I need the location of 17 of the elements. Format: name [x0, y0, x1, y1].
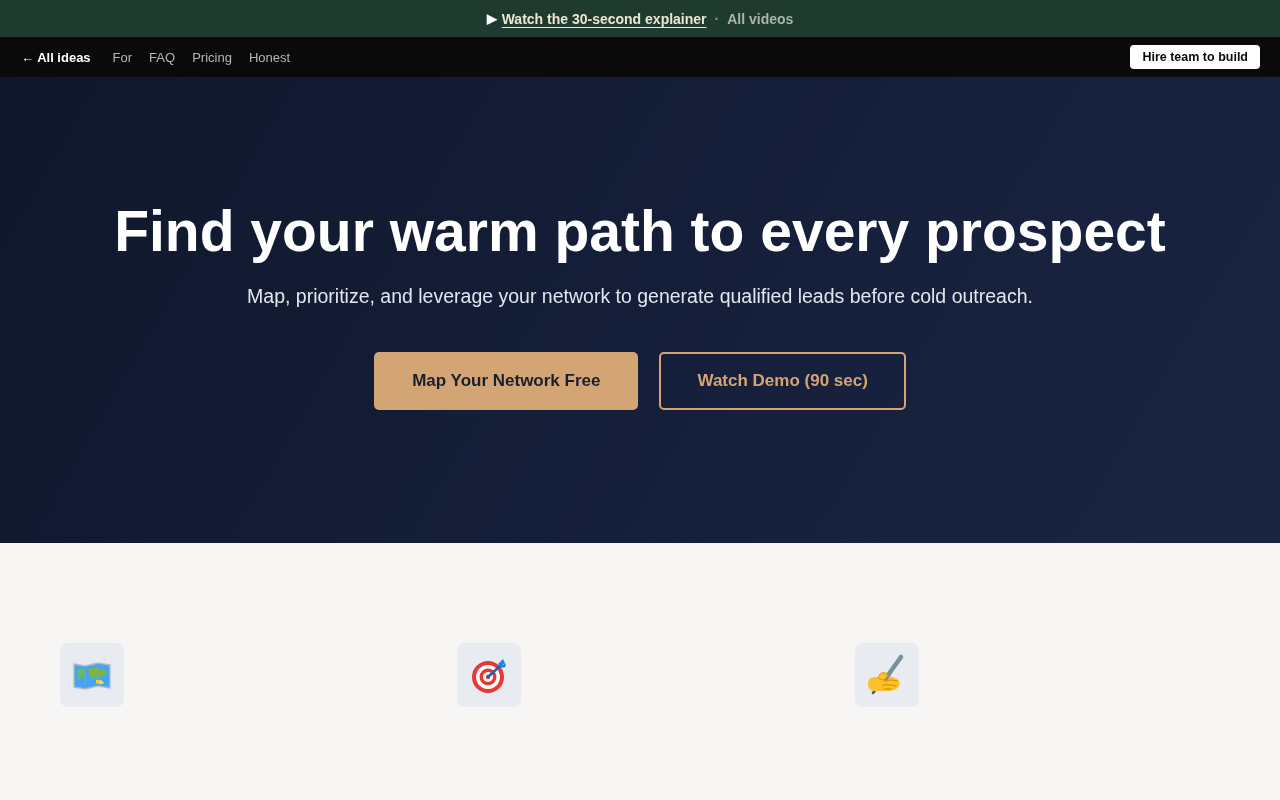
hero-title: Find your warm path to every prospect	[114, 199, 1166, 263]
all-videos-link[interactable]: All videos	[727, 10, 794, 27]
back-link[interactable]: ← All ideas	[21, 49, 91, 65]
hire-team-button[interactable]: Hire team to build	[1130, 45, 1260, 69]
nav-link[interactable]: Pricing	[192, 49, 232, 65]
map-network-button[interactable]: Map Your Network Free	[374, 352, 639, 410]
nav-link[interactable]: Honest	[248, 49, 291, 65]
hero-subtitle: Map, prioritize, and leverage your network to generate qualified leads before cold outreach.	[247, 284, 1033, 309]
explainer-link[interactable]: Watch the 30-second explainer	[501, 10, 707, 27]
map-icon	[60, 643, 124, 707]
nav-link[interactable]: FAQ	[149, 49, 176, 65]
watch-demo-button[interactable]: Watch Demo (90 sec)	[659, 352, 906, 410]
writing-hand-icon	[854, 643, 919, 707]
target-icon	[457, 643, 522, 707]
play-icon: ▶	[486, 11, 497, 26]
nav-link[interactable]: For	[112, 49, 133, 65]
separator: ·	[714, 10, 720, 27]
